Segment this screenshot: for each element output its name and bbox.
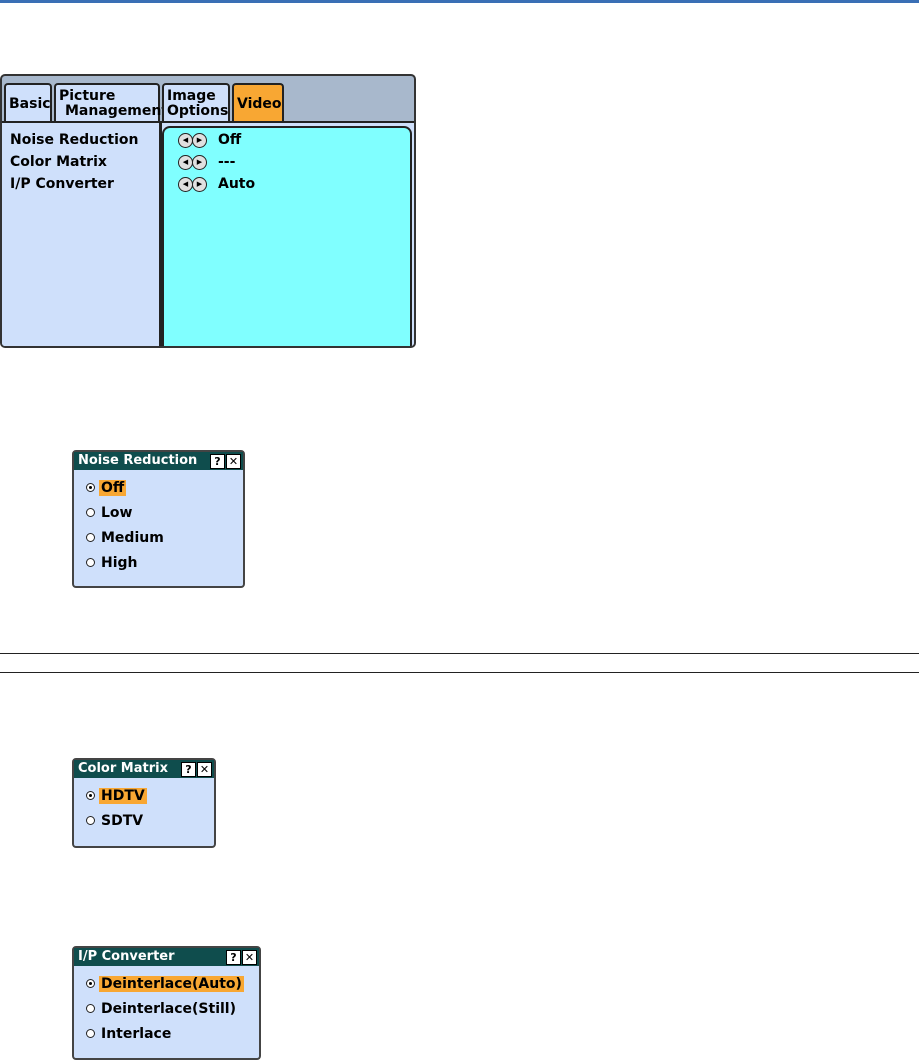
tab-picture-management[interactable]: Picture Management (54, 83, 168, 123)
option-label: Interlace (101, 1025, 172, 1042)
close-icon[interactable]: ✕ (197, 762, 212, 777)
radio-icon[interactable] (86, 816, 95, 825)
divider (0, 653, 919, 654)
radio-option[interactable]: Low (74, 500, 243, 525)
video-settings-menu: Basic Picture Management Image Options V… (0, 74, 416, 348)
dialog-title-bar: Noise Reduction ? ✕ (74, 452, 243, 470)
color-matrix-value: --- (218, 154, 236, 170)
ip-converter-row[interactable]: ◀ ▶ Auto (164, 173, 410, 195)
dialog-title: Noise Reduction (78, 453, 198, 468)
option-label: HDTV (99, 787, 147, 804)
option-label: Deinterlace(Still) (101, 1000, 236, 1017)
help-icon[interactable]: ? (226, 950, 241, 965)
tab-basic[interactable]: Basic (4, 83, 52, 123)
dialog-title: I/P Converter (78, 949, 175, 964)
radio-selected-icon[interactable] (86, 979, 95, 988)
option-label: SDTV (101, 812, 144, 829)
radio-option[interactable]: High (74, 550, 243, 575)
noise-reduction-label[interactable]: Noise Reduction (2, 129, 159, 151)
dialog-buttons: ? ✕ (209, 454, 241, 469)
menu-tabs: Basic Picture Management Image Options V… (4, 79, 286, 123)
option-label: Low (101, 504, 133, 521)
radio-option[interactable]: Deinterlace(Still) (74, 996, 259, 1021)
menu-values: ◀ ▶ Off ◀ ▶ --- ◀ ▶ Auto (162, 126, 412, 346)
option-label: Medium (101, 529, 164, 546)
dialog-title: Color Matrix (78, 761, 168, 776)
right-arrow-icon[interactable]: ▶ (192, 154, 207, 170)
left-arrow-icon[interactable]: ◀ (178, 132, 193, 148)
radio-icon[interactable] (86, 1029, 95, 1038)
radio-icon[interactable] (86, 558, 95, 567)
noise-reduction-value: Off (218, 132, 242, 148)
radio-option[interactable]: Deinterlace(Auto) (74, 971, 259, 996)
dialog-title-bar: Color Matrix ? ✕ (74, 760, 214, 778)
option-label: Off (99, 479, 127, 496)
noise-reduction-arrows[interactable]: ◀ ▶ (178, 132, 207, 148)
right-arrow-icon[interactable]: ▶ (192, 132, 207, 148)
dialog-buttons: ? ✕ (180, 762, 212, 777)
option-label: High (101, 554, 138, 571)
close-icon[interactable]: ✕ (226, 454, 241, 469)
ip-converter-value: Auto (218, 176, 256, 192)
ip-converter-arrows[interactable]: ◀ ▶ (178, 176, 207, 192)
ip-converter-label[interactable]: I/P Converter (2, 173, 159, 195)
tab-video-label: Video (237, 95, 282, 112)
ip-converter-dialog: I/P Converter ? ✕ Deinterlace(Auto) Dein… (72, 946, 261, 1060)
color-matrix-dialog: Color Matrix ? ✕ HDTV SDTV (72, 758, 216, 848)
radio-option[interactable]: Medium (74, 525, 243, 550)
radio-option[interactable]: HDTV (74, 783, 214, 808)
color-matrix-label[interactable]: Color Matrix (2, 151, 159, 173)
radio-selected-icon[interactable] (86, 791, 95, 800)
tab-picture-label-1: Picture (59, 88, 116, 104)
top-rule (0, 0, 919, 3)
tab-video[interactable]: Video (232, 83, 284, 123)
divider (0, 672, 919, 673)
close-icon[interactable]: ✕ (242, 950, 257, 965)
tab-image-options[interactable]: Image Options (162, 83, 230, 123)
radio-option[interactable]: SDTV (74, 808, 214, 833)
left-arrow-icon[interactable]: ◀ (178, 176, 193, 192)
right-arrow-icon[interactable]: ▶ (192, 176, 207, 192)
color-matrix-row[interactable]: ◀ ▶ --- (164, 151, 410, 173)
tab-image-label-2: Options (167, 103, 229, 119)
color-matrix-arrows[interactable]: ◀ ▶ (178, 154, 207, 170)
radio-option[interactable]: Interlace (74, 1021, 259, 1046)
help-icon[interactable]: ? (210, 454, 225, 469)
menu-body: Noise Reduction Color Matrix I/P Convert… (2, 121, 414, 346)
radio-icon[interactable] (86, 1004, 95, 1013)
menu-labels: Noise Reduction Color Matrix I/P Convert… (2, 123, 162, 346)
noise-reduction-dialog: Noise Reduction ? ✕ Off Low Medium High (72, 450, 245, 588)
dialog-title-bar: I/P Converter ? ✕ (74, 948, 259, 966)
tab-picture-label-2: Management (65, 103, 169, 119)
help-icon[interactable]: ? (181, 762, 196, 777)
left-arrow-icon[interactable]: ◀ (178, 154, 193, 170)
radio-icon[interactable] (86, 533, 95, 542)
tab-image-label-1: Image (167, 88, 216, 104)
radio-icon[interactable] (86, 508, 95, 517)
noise-reduction-row[interactable]: ◀ ▶ Off (164, 129, 410, 151)
radio-selected-icon[interactable] (86, 483, 95, 492)
option-label: Deinterlace(Auto) (99, 975, 244, 992)
radio-option[interactable]: Off (74, 475, 243, 500)
tab-basic-label: Basic (9, 95, 51, 112)
dialog-buttons: ? ✕ (225, 950, 257, 965)
